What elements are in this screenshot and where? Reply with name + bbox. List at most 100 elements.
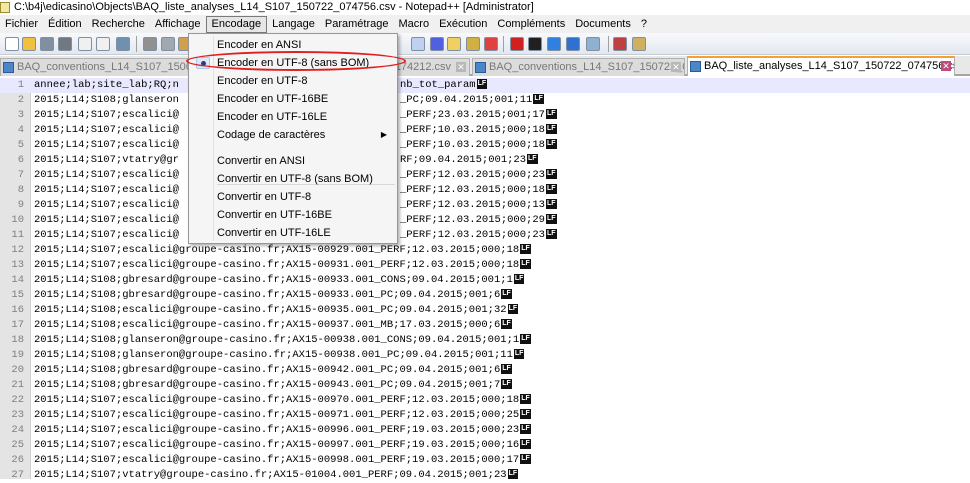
editor-line[interactable]: 11 2015;L14;S107;escalici@ _PERF;12.03.201…: [0, 228, 970, 243]
copy-icon[interactable]: [161, 37, 175, 51]
doc-map-icon[interactable]: [447, 37, 461, 51]
menu-macro[interactable]: Macro: [394, 15, 435, 33]
line-text-left: 2015;L14;S107;escalici@: [34, 184, 179, 196]
line-text: 2015;L14;S107;escalici@groupe-casino.fr;…: [34, 243, 531, 258]
line-number: 26: [11, 454, 24, 466]
tab-conventions-150722[interactable]: BAQ_conventions_L14_S107_150722_074756.c…: [472, 58, 685, 76]
menu-item-convertir-en-utf-16be[interactable]: Convertir en UTF-16BE: [191, 206, 395, 224]
editor-line[interactable]: 6 2015;L14;S107;vtatry@gr RF;09.04.2015;00…: [0, 153, 970, 168]
indent-guide-icon[interactable]: [430, 37, 444, 51]
save-icon[interactable]: [40, 37, 54, 51]
cut-icon[interactable]: [143, 37, 157, 51]
line-number: 15: [11, 289, 24, 301]
menu-item-convertir-en-utf-16le[interactable]: Convertir en UTF-16LE: [191, 224, 395, 242]
menu-item-encoder-en-utf-16le[interactable]: Encoder en UTF-16LE: [191, 108, 395, 126]
run-macro-multiple-icon[interactable]: [566, 37, 580, 51]
menu-item-encoder-en-utf-8[interactable]: Encoder en UTF-8: [191, 72, 395, 90]
menu-encodage[interactable]: Encodage: [205, 16, 268, 33]
menu-?[interactable]: ?: [636, 15, 652, 33]
line-text-right: _PERF;12.03.2015;000;18 LF: [400, 183, 557, 198]
close-tab-icon[interactable]: ✕: [941, 61, 951, 71]
line-text: 2015;L14;S107;escalici@: [34, 228, 179, 243]
menu-item-label: Convertir en UTF-8 (sans BOM): [217, 173, 373, 185]
editor-line[interactable]: 22 2015;L14;S107;escalici@groupe-casino.f…: [0, 393, 970, 408]
editor-line[interactable]: 9 2015;L14;S107;escalici@ _PERF;12.03.2015…: [0, 198, 970, 213]
editor-line[interactable]: 20 2015;L14;S108;gbresard@groupe-casino.f…: [0, 363, 970, 378]
editor-line[interactable]: 7 2015;L14;S107;escalici@ _PERF;12.03.2015…: [0, 168, 970, 183]
editor-line[interactable]: 18 2015;L14;S108;glanseron@groupe-casino.…: [0, 333, 970, 348]
editor-line[interactable]: 26 2015;L14;S107;escalici@groupe-casino.f…: [0, 453, 970, 468]
plugin-icon[interactable]: [632, 37, 646, 51]
menu-item-convertir-en-utf-8-sans-bom[interactable]: Convertir en UTF-8 (sans BOM): [191, 170, 395, 188]
play-macro-icon[interactable]: [547, 37, 561, 51]
menu-parametrage[interactable]: Paramétrage: [320, 15, 394, 33]
editor-line[interactable]: 1 annee;lab;site_lab;RQ;n nb_tot_param LF: [0, 78, 970, 93]
line-text-left: 2015;L14;S107;escalici@: [34, 199, 179, 211]
save-macro-icon[interactable]: [586, 37, 600, 51]
menu-affichage[interactable]: Affichage: [150, 15, 206, 33]
toolbar-separator: [608, 36, 609, 52]
editor-line[interactable]: 21 2015;L14;S108;gbresard@groupe-casino.f…: [0, 378, 970, 393]
editor-line[interactable]: 10 2015;L14;S107;escalici@ _PERF;12.03.201…: [0, 213, 970, 228]
eol-marker: LF: [545, 184, 557, 195]
menu-fichier[interactable]: Fichier: [0, 15, 43, 33]
close-tab-icon[interactable]: ✕: [456, 62, 466, 72]
show-all-chars-icon[interactable]: [411, 37, 425, 51]
menu-item-label: Convertir en UTF-16BE: [217, 209, 332, 221]
open-icon[interactable]: [22, 37, 36, 51]
menu-recherche[interactable]: Recherche: [87, 15, 150, 33]
editor[interactable]: 1 annee;lab;site_lab;RQ;n nb_tot_param LF 2 2…: [0, 78, 970, 481]
menu-item-encoder-en-utf-16be[interactable]: Encoder en UTF-16BE: [191, 90, 395, 108]
editor-line[interactable]: 15 2015;L14;S108;gbresard@groupe-casino.f…: [0, 288, 970, 303]
editor-line[interactable]: 8 2015;L14;S107;escalici@ _PERF;12.03.2015…: [0, 183, 970, 198]
menu-item-convertir-en-ansi[interactable]: Convertir en ANSI: [191, 152, 395, 170]
line-number: 4: [17, 124, 24, 136]
menu-documents[interactable]: Documents: [570, 15, 636, 33]
editor-line[interactable]: 24 2015;L14;S107;escalici@groupe-casino.f…: [0, 423, 970, 438]
function-list-icon[interactable]: [466, 37, 480, 51]
editor-line[interactable]: 2 2015;L14;S108;glanseron _PC;09.04.2015;0…: [0, 93, 970, 108]
editor-line[interactable]: 17 2015;L14;S108;escalici@groupe-casino.f…: [0, 318, 970, 333]
new-icon[interactable]: [5, 37, 19, 51]
record-macro-icon[interactable]: [510, 37, 524, 51]
tab-label: BAQ_liste_analyses_L14_S107_150722_07475…: [704, 60, 955, 72]
editor-line[interactable]: 4 2015;L14;S107;escalici@ _PERF;10.03.2015…: [0, 123, 970, 138]
line-text-right: _PERF;23.03.2015;001;17 LF: [400, 108, 557, 123]
tab-liste-analyses[interactable]: BAQ_liste_analyses_L14_S107_150722_07475…: [687, 56, 955, 76]
line-text-right: _PC;09.04.2015;001;11 LF: [400, 93, 544, 108]
eol-marker: LF: [501, 364, 512, 375]
line-text: 2015;L14;S107;escalici@groupe-casino.fr;…: [34, 453, 531, 468]
editor-line[interactable]: 23 2015;L14;S107;escalici@groupe-casino.f…: [0, 408, 970, 423]
editor-line[interactable]: 19 2015;L14;S108;glanseron@groupe-casino.…: [0, 348, 970, 363]
close-all-icon[interactable]: [96, 37, 110, 51]
stop-macro-icon[interactable]: [528, 37, 542, 51]
menu-execution[interactable]: Exécution: [434, 15, 492, 33]
menu-langage[interactable]: Langage: [267, 15, 320, 33]
pdf-icon[interactable]: [484, 37, 498, 51]
eol-marker: LF: [520, 334, 531, 345]
spell-check-icon[interactable]: [613, 37, 627, 51]
print-icon[interactable]: [116, 37, 130, 51]
editor-line[interactable]: 3 2015;L14;S107;escalici@ _PERF;23.03.2015…: [0, 108, 970, 123]
editor-line[interactable]: 14 2015;L14;S108;gbresard@groupe-casino.f…: [0, 273, 970, 288]
save-all-icon[interactable]: [58, 37, 72, 51]
line-text: 2015;L14;S107;escalici@: [34, 213, 179, 228]
eol-marker: LF: [513, 349, 525, 360]
menu-complements[interactable]: Compléments: [492, 15, 570, 33]
editor-line[interactable]: 5 2015;L14;S107;escalici@ _PERF;10.03.2015…: [0, 138, 970, 153]
line-text: 2015;L14;S107;vtatry@gr: [34, 153, 179, 168]
editor-line[interactable]: 13 2015;L14;S107;escalici@groupe-casino.f…: [0, 258, 970, 273]
editor-line[interactable]: 16 2015;L14;S108;escalici@groupe-casino.f…: [0, 303, 970, 318]
editor-line[interactable]: 27 2015;L14;S107;vtatry@groupe-casino.fr;…: [0, 468, 970, 483]
close-icon[interactable]: [78, 37, 92, 51]
line-number: 8: [17, 184, 24, 196]
close-tab-icon[interactable]: ✕: [671, 62, 681, 72]
menu-item-label: Convertir en UTF-8: [217, 191, 312, 203]
line-text: 2015;L14;S107;escalici@groupe-casino.fr;…: [34, 408, 531, 423]
menu-item-codage-de-caract-res[interactable]: Codage de caractères ▶: [191, 126, 395, 144]
editor-line[interactable]: 25 2015;L14;S107;escalici@groupe-casino.f…: [0, 438, 970, 453]
menu-edition[interactable]: Édition: [43, 15, 87, 33]
tab-conventions-150619[interactable]: BAQ_conventions_L14_S107_150619_1121: [0, 58, 190, 76]
menu-item-convertir-en-utf-8[interactable]: Convertir en UTF-8: [191, 188, 395, 206]
editor-line[interactable]: 12 2015;L14;S107;escalici@groupe-casino.f…: [0, 243, 970, 258]
